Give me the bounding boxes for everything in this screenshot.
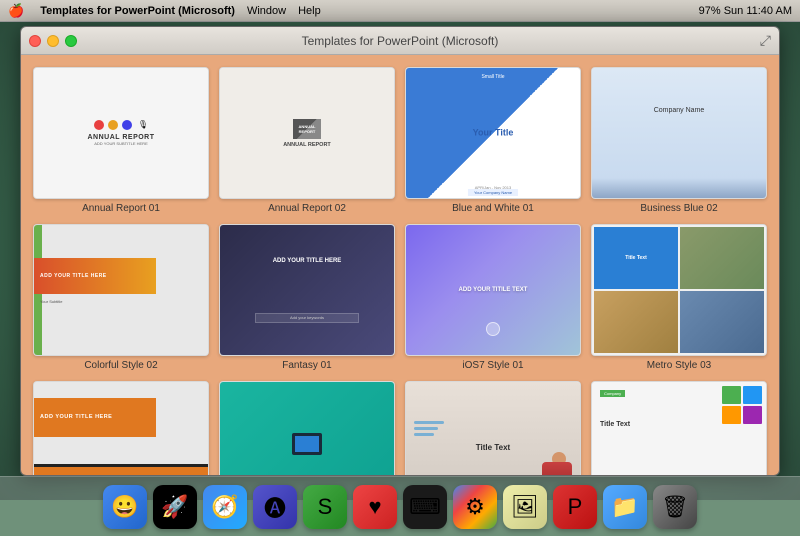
dock: 😀 🚀 🧭 🅐 S ♥ ⌨ ⚙ 🖼 P 📁 🗑: [0, 476, 800, 536]
traffic-lights: [29, 35, 77, 47]
metro-cell-blue: Title Text: [594, 227, 678, 289]
template-item-bizblue[interactable]: Company Name Business Blue 02: [591, 67, 767, 214]
dock-launchpad[interactable]: 🚀: [153, 485, 197, 529]
annual2-box-text: ANNUAL REPORT: [293, 124, 321, 134]
close-button[interactable]: [29, 35, 41, 47]
menu-bar: 🍎 Templates for PowerPoint (Microsoft) W…: [0, 0, 800, 22]
metro-cell-3: [680, 291, 764, 353]
annual2-title: ANNUAL REPORT: [283, 142, 331, 148]
template-thumb-colorful[interactable]: ADD YOUR TITLE HERE Your Subtitle: [33, 224, 209, 356]
maximize-button[interactable]: [65, 35, 77, 47]
menu-bar-right: 97% Sun 11:40 AM: [699, 5, 792, 17]
template-thumb-teal[interactable]: ADD YOUR TITLE Add some keywords: [219, 381, 395, 475]
help-menu[interactable]: Help: [298, 5, 321, 17]
title-bar: Templates for PowerPoint (Microsoft) ⤢: [21, 27, 779, 55]
window-title: Templates for PowerPoint (Microsoft): [302, 34, 499, 48]
titlecolor-title: Title Text: [600, 421, 630, 428]
template-item-metro[interactable]: Title Text Metro Style 03: [591, 224, 767, 371]
colorful-sub: Your Subtitle: [40, 299, 63, 304]
template-thumb-annual2[interactable]: ANNUAL REPORT ANNUAL REPORT: [219, 67, 395, 199]
template-thumb-ios7[interactable]: ADD YOUR TITILE TEXT: [405, 224, 581, 356]
blue-your-title: Your Title: [473, 128, 514, 138]
apple-menu[interactable]: 🍎: [8, 3, 24, 19]
template-label-ios7: iOS7 Style 01: [462, 360, 523, 371]
colorful-title: ADD YOUR TITLE HERE: [40, 273, 107, 279]
blue-small-title: Small Title: [477, 73, 508, 81]
bizblue-company: Company Name: [654, 107, 705, 114]
template-item-orange[interactable]: ADD YOUR TITLE HERE Orange Style 01: [33, 381, 209, 475]
dock-powerpoint[interactable]: P: [553, 485, 597, 529]
template-label-metro: Metro Style 03: [647, 360, 711, 371]
template-label-blue: Blue and White 01: [452, 203, 534, 214]
template-thumb-annual1[interactable]: 🎙 ANNUAL REPORT ADD YOUR SUBTITLE HERE: [33, 67, 209, 199]
dock-files[interactable]: 📁: [603, 485, 647, 529]
template-item-titledark[interactable]: Title Text Title Text Dark: [405, 381, 581, 475]
titlecolor-photos: [722, 386, 762, 424]
ios7-title: ADD YOUR TITILE TEXT: [459, 287, 528, 293]
orange-title: ADD YOUR TITLE HERE: [40, 414, 112, 420]
battery-status: 97% Sun 11:40 AM: [699, 5, 792, 17]
dock-chrome[interactable]: ⚙: [453, 485, 497, 529]
annual1-subtitle: ADD YOUR SUBTITLE HERE: [94, 141, 148, 146]
metro-cell-2: [594, 291, 678, 353]
content-area: 🎙 ANNUAL REPORT ADD YOUR SUBTITLE HERE A…: [21, 55, 779, 475]
window-menu[interactable]: Window: [247, 5, 286, 17]
template-item-teal[interactable]: ADD YOUR TITLE Add some keywords Teal St…: [219, 381, 395, 475]
dock-appstore[interactable]: 🅐: [253, 485, 297, 529]
template-item-annual1[interactable]: 🎙 ANNUAL REPORT ADD YOUR SUBTITLE HERE A…: [33, 67, 209, 214]
template-thumb-titledark[interactable]: Title Text: [405, 381, 581, 475]
template-item-titlecolor[interactable]: Company Title Text Title Text Color: [591, 381, 767, 475]
template-thumb-blue[interactable]: Small Title Your Title APR/Jan - Nov 201…: [405, 67, 581, 199]
template-item-blue[interactable]: Small Title Your Title APR/Jan - Nov 201…: [405, 67, 581, 214]
annual1-title: ANNUAL REPORT: [87, 134, 154, 141]
fantasy-title: ADD YOUR TITLE HERE: [273, 258, 342, 264]
app-menu-name[interactable]: Templates for PowerPoint (Microsoft): [40, 5, 235, 17]
dock-slides[interactable]: S: [303, 485, 347, 529]
dock-terminal[interactable]: ⌨: [403, 485, 447, 529]
fantasy-sub: Add your keywords: [290, 315, 324, 320]
template-item-ios7[interactable]: ADD YOUR TITILE TEXT iOS7 Style 01: [405, 224, 581, 371]
expand-icon[interactable]: ⤢: [760, 32, 771, 49]
template-label-colorful: Colorful Style 02: [84, 360, 157, 371]
blue-company: Your Company Name: [468, 189, 518, 196]
template-item-colorful[interactable]: ADD YOUR TITLE HERE Your Subtitle Colorf…: [33, 224, 209, 371]
teal-monitor: [292, 433, 322, 455]
titledark-bullets: [414, 421, 444, 436]
template-grid: 🎙 ANNUAL REPORT ADD YOUR SUBTITLE HERE A…: [33, 67, 767, 475]
dock-health[interactable]: ♥: [353, 485, 397, 529]
dock-safari[interactable]: 🧭: [203, 485, 247, 529]
template-thumb-fantasy[interactable]: ADD YOUR TITLE HERE Add your keywords: [219, 224, 395, 356]
metro-cell-1: [680, 227, 764, 289]
template-thumb-metro[interactable]: Title Text: [591, 224, 767, 356]
app-window: Templates for PowerPoint (Microsoft) ⤢ 🎙…: [20, 26, 780, 476]
titledark-title: Title Text: [476, 443, 510, 452]
template-label-bizblue: Business Blue 02: [640, 203, 717, 214]
minimize-button[interactable]: [47, 35, 59, 47]
dock-finder[interactable]: 😀: [103, 485, 147, 529]
dock-preview[interactable]: 🖼: [503, 485, 547, 529]
template-thumb-bizblue[interactable]: Company Name: [591, 67, 767, 199]
dock-trash[interactable]: 🗑: [653, 485, 697, 529]
template-thumb-titlecolor[interactable]: Company Title Text: [591, 381, 767, 475]
template-label-annual1: Annual Report 01: [82, 203, 160, 214]
template-thumb-orange[interactable]: ADD YOUR TITLE HERE: [33, 381, 209, 475]
template-item-annual2[interactable]: ANNUAL REPORT ANNUAL REPORT Annual Repor…: [219, 67, 395, 214]
template-item-fantasy[interactable]: ADD YOUR TITLE HERE Add your keywords Fa…: [219, 224, 395, 371]
template-label-fantasy: Fantasy 01: [282, 360, 331, 371]
titlecolor-badge: Company: [600, 390, 625, 397]
template-label-annual2: Annual Report 02: [268, 203, 346, 214]
